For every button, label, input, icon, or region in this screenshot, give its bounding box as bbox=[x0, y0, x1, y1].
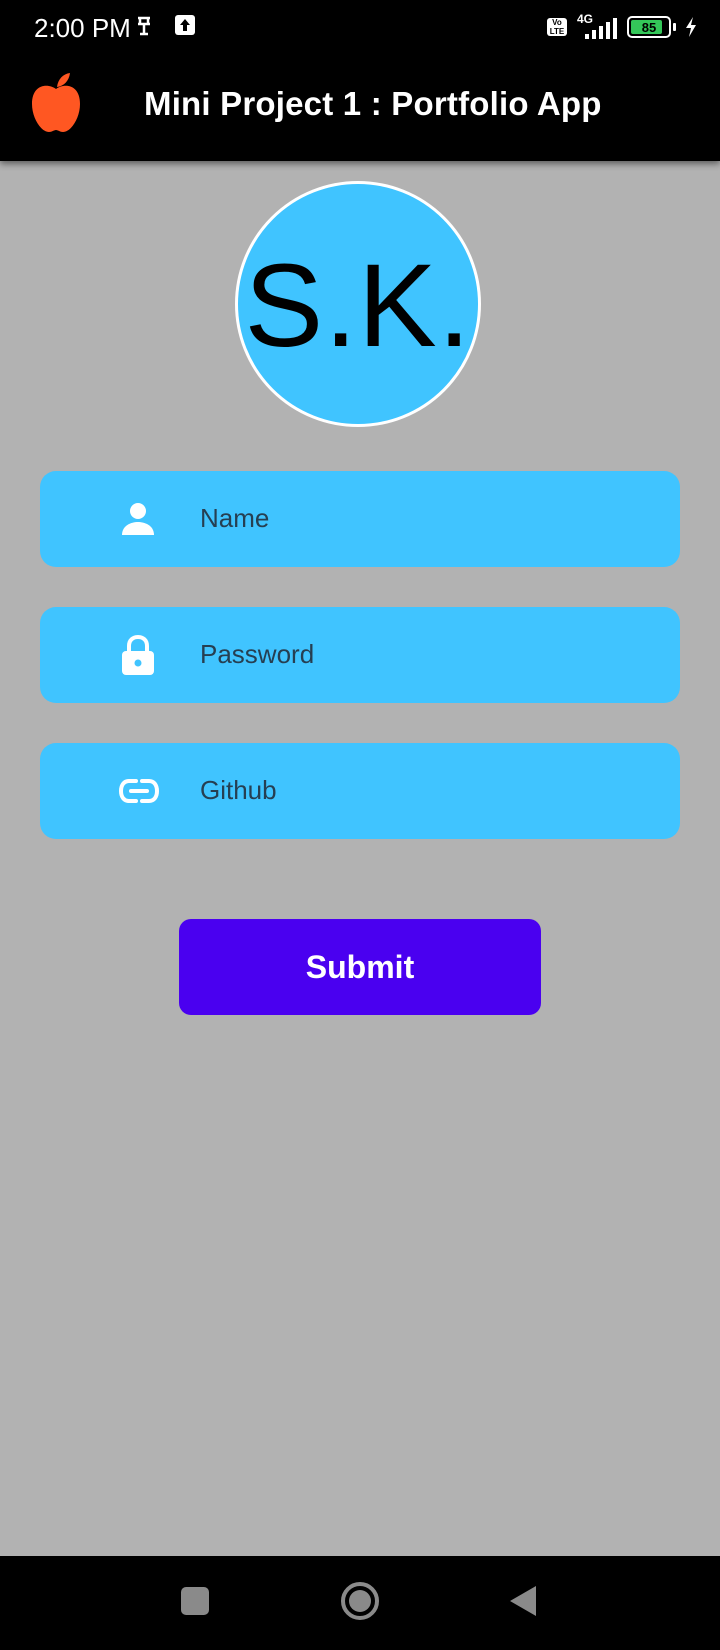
avatar-initials: S.K. bbox=[244, 240, 472, 372]
status-right-icons: Vo LTE 4G 85 bbox=[547, 12, 698, 40]
home-circle-icon[interactable] bbox=[340, 1581, 380, 1621]
github-field[interactable]: Github bbox=[40, 743, 680, 839]
lock-icon bbox=[122, 634, 154, 675]
page-title: Mini Project 1 : Portfolio App bbox=[144, 85, 602, 122]
signal-icon bbox=[585, 18, 617, 39]
app-bar: Mini Project 1 : Portfolio App bbox=[0, 55, 720, 161]
signal-group: 4G bbox=[575, 12, 619, 40]
avatar: S.K. bbox=[235, 181, 481, 427]
name-placeholder: Name bbox=[200, 503, 270, 533]
github-placeholder: Github bbox=[200, 775, 277, 805]
apple-icon bbox=[32, 73, 80, 132]
person-icon bbox=[122, 503, 154, 535]
status-time: 2:00 PM bbox=[34, 13, 131, 43]
status-bar: 2:00 PM Vo LTE 4G 85 bbox=[0, 0, 720, 55]
charging-icon bbox=[686, 17, 696, 37]
status-left-icons bbox=[134, 14, 196, 38]
system-nav-bar bbox=[0, 1556, 720, 1650]
submit-button[interactable]: Submit bbox=[179, 919, 541, 1015]
name-field[interactable]: Name bbox=[40, 471, 680, 567]
battery-icon: 85 bbox=[627, 16, 671, 38]
back-triangle-icon[interactable] bbox=[508, 1584, 538, 1618]
password-field[interactable]: Password bbox=[40, 607, 680, 703]
vpn-key-icon bbox=[138, 16, 150, 36]
link-icon bbox=[118, 779, 160, 803]
upload-icon bbox=[175, 15, 195, 35]
battery-tip bbox=[673, 23, 676, 31]
recents-square-icon[interactable] bbox=[181, 1587, 209, 1615]
password-placeholder: Password bbox=[200, 639, 315, 669]
battery-level: 85 bbox=[641, 19, 657, 35]
volte-icon: Vo LTE bbox=[547, 18, 567, 36]
